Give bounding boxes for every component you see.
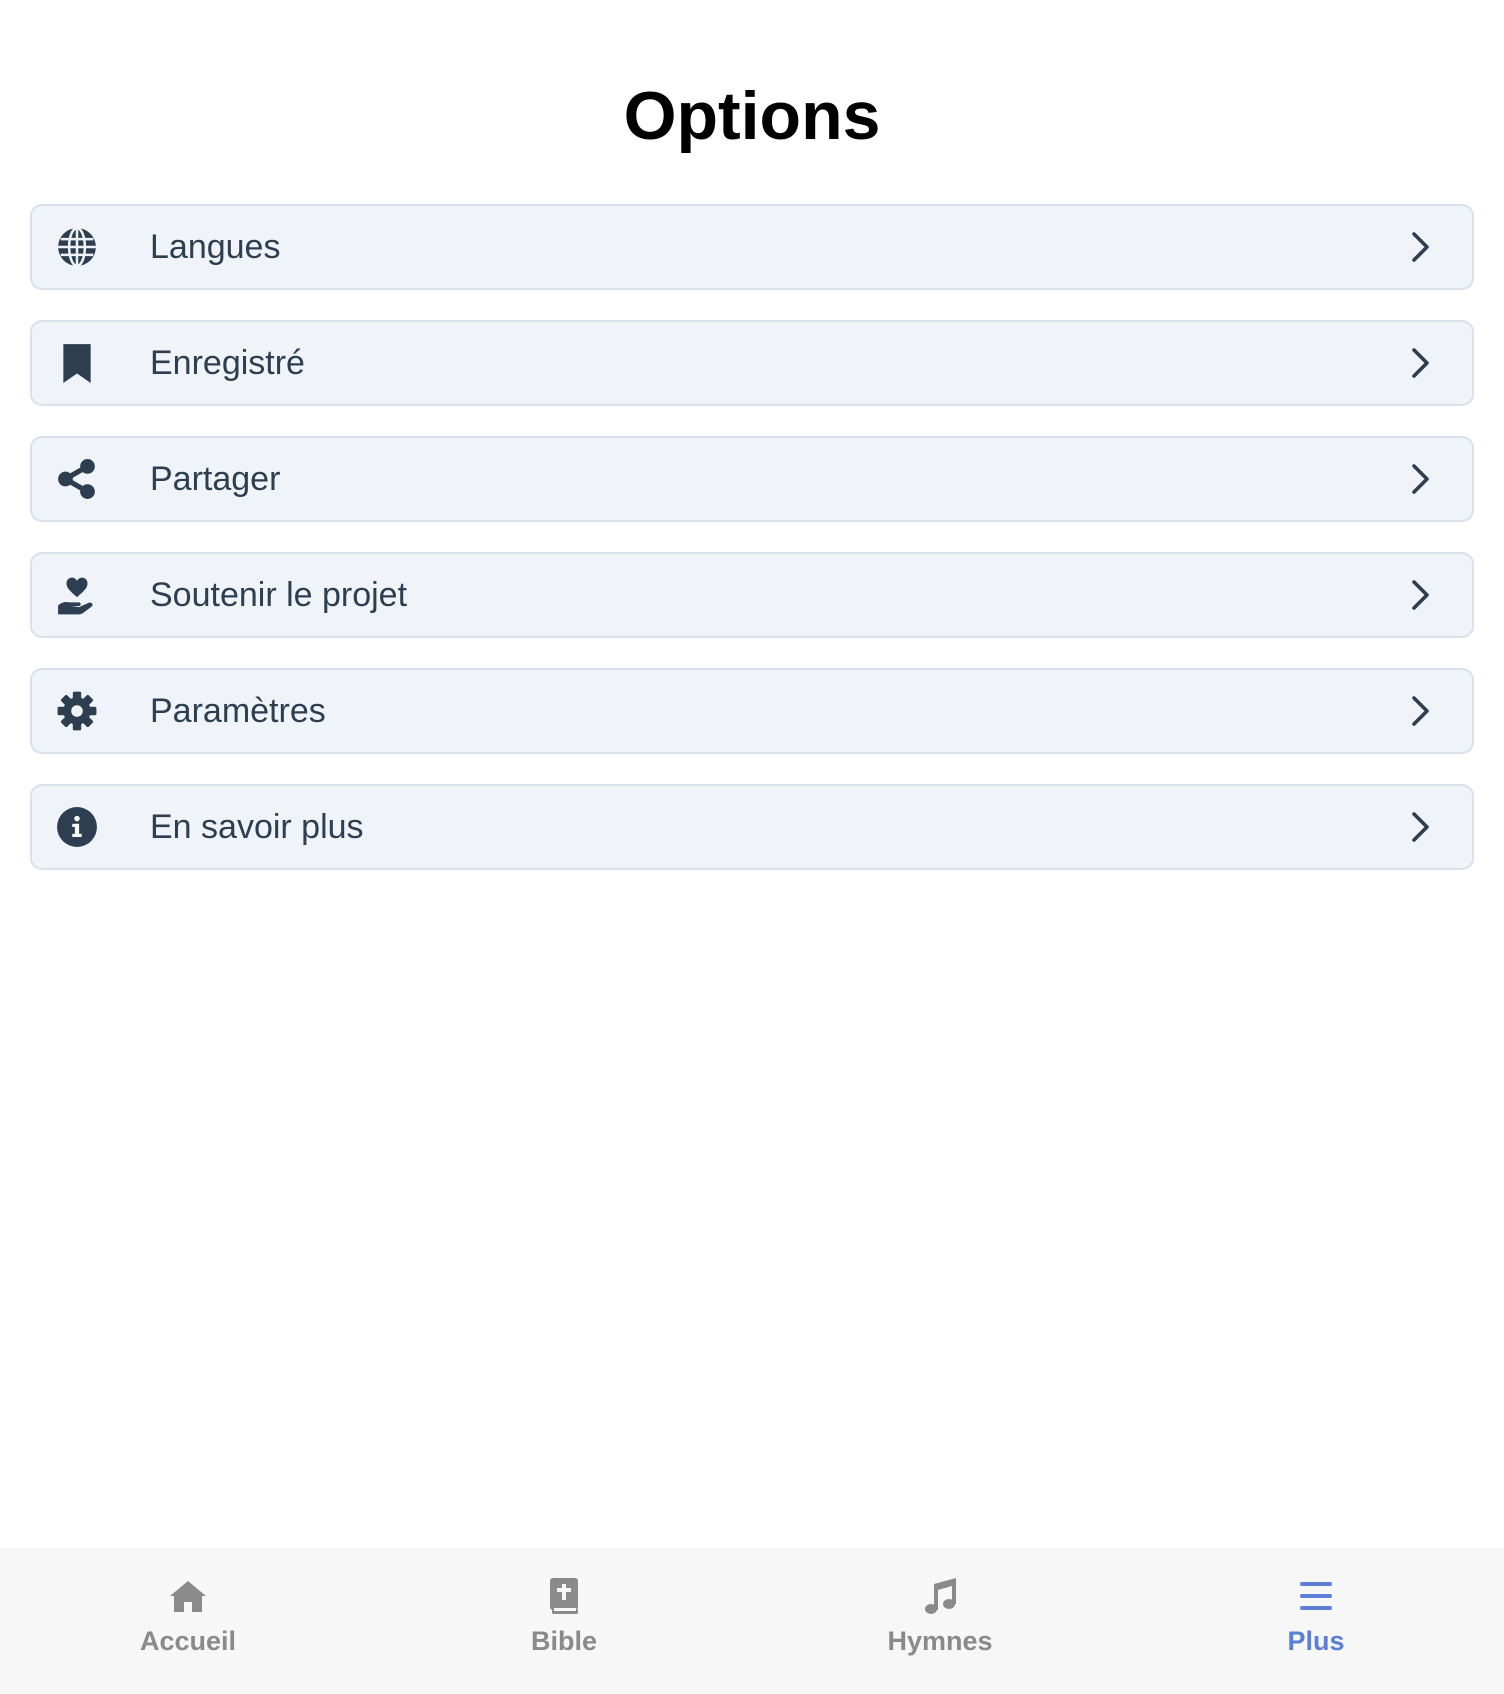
tab-hymnes[interactable]: Hymnes: [752, 1548, 1128, 1694]
chevron-right-icon: [1406, 694, 1434, 728]
share-icon: [56, 458, 98, 500]
menu-item-langues[interactable]: Langues: [30, 204, 1474, 290]
menu-item-en-savoir-plus[interactable]: En savoir plus: [30, 784, 1474, 870]
tab-bible[interactable]: Bible: [376, 1548, 752, 1694]
tab-label: Plus: [1287, 1626, 1345, 1656]
menu-item-parametres[interactable]: Paramètres: [30, 668, 1474, 754]
menu-item-label: Partager: [150, 459, 281, 498]
menu-item-label: Soutenir le projet: [150, 575, 408, 614]
gear-icon: [56, 690, 98, 732]
menu-item-label: En savoir plus: [150, 807, 364, 846]
home-icon: [168, 1576, 208, 1616]
menu-icon: [1296, 1576, 1336, 1616]
bottom-tab-bar: Accueil Bible Hymnes Plus: [0, 1548, 1504, 1694]
info-circle-icon: [56, 806, 98, 848]
hand-holding-heart-icon: [56, 574, 98, 616]
tab-accueil[interactable]: Accueil: [0, 1548, 376, 1694]
menu-item-label: Langues: [150, 227, 281, 266]
tab-plus[interactable]: Plus: [1128, 1548, 1504, 1694]
bible-icon: [544, 1576, 584, 1616]
chevron-right-icon: [1406, 462, 1434, 496]
page-title: Options: [623, 78, 881, 154]
menu-item-enregistre[interactable]: Enregistré: [30, 320, 1474, 406]
menu-item-soutenir[interactable]: Soutenir le projet: [30, 552, 1474, 638]
menu-item-label: Paramètres: [150, 691, 326, 730]
globe-icon: [56, 226, 98, 268]
music-note-icon: [920, 1576, 960, 1616]
chevron-right-icon: [1406, 346, 1434, 380]
options-menu: Langues Enregistré Partager Soutenir le …: [30, 204, 1474, 900]
chevron-right-icon: [1406, 810, 1434, 844]
chevron-right-icon: [1406, 578, 1434, 612]
menu-item-partager[interactable]: Partager: [30, 436, 1474, 522]
chevron-right-icon: [1406, 230, 1434, 264]
tab-label: Hymnes: [887, 1626, 993, 1656]
bookmark-icon: [56, 342, 98, 384]
tab-label: Accueil: [139, 1626, 237, 1656]
tab-label: Bible: [530, 1626, 597, 1656]
menu-item-label: Enregistré: [150, 343, 305, 382]
